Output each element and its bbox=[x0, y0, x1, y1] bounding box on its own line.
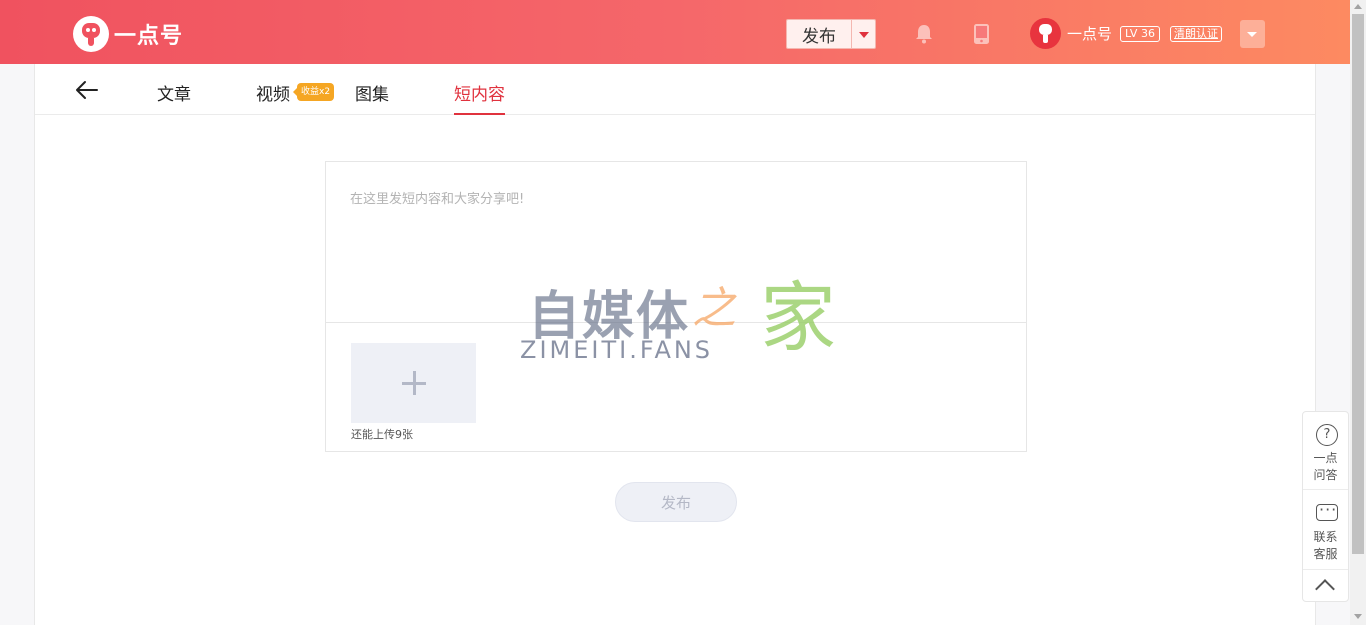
scroll-thumb[interactable] bbox=[1352, 14, 1364, 554]
side-float-bar: ? 一点 问答 联系 客服 bbox=[1302, 411, 1349, 602]
scroll-up-icon[interactable] bbox=[1354, 4, 1362, 9]
logo-text: 一点号 bbox=[114, 24, 184, 49]
robot-logo-icon bbox=[73, 16, 109, 52]
cert-badge[interactable]: 清朗认证 bbox=[1169, 25, 1222, 42]
service-line1: 联系 bbox=[1313, 530, 1338, 544]
scrollbar[interactable] bbox=[1350, 0, 1366, 625]
divider bbox=[1303, 489, 1348, 490]
bell-icon[interactable] bbox=[915, 24, 933, 44]
chevron-up-icon[interactable] bbox=[1315, 579, 1335, 599]
upload-image-button[interactable] bbox=[351, 343, 476, 423]
qa-link[interactable]: 一点 问答 bbox=[1303, 450, 1348, 484]
content-input[interactable] bbox=[326, 162, 1026, 323]
tab-gallery[interactable]: 图集 bbox=[355, 80, 389, 115]
user-name[interactable]: 一点号 bbox=[1067, 23, 1112, 44]
submit-button[interactable]: 发布 bbox=[615, 482, 737, 522]
editor: 还能上传9张 bbox=[325, 161, 1027, 452]
publish-button-group: 发布 bbox=[786, 19, 876, 49]
chat-icon[interactable] bbox=[1316, 500, 1338, 521]
avatar[interactable] bbox=[1030, 18, 1061, 49]
logo[interactable]: 一点号 bbox=[73, 16, 183, 52]
tab-bar: 文章 视频 收益x2 图集 短内容 bbox=[35, 64, 1315, 115]
upload-hint: 还能上传9张 bbox=[351, 428, 413, 441]
user-dropdown-icon[interactable] bbox=[1240, 20, 1265, 48]
publish-button[interactable]: 发布 bbox=[786, 19, 851, 49]
scroll-down-icon[interactable] bbox=[1354, 614, 1362, 619]
service-line2: 客服 bbox=[1313, 547, 1338, 561]
qa-line1: 一点 bbox=[1313, 451, 1338, 465]
main-card: 文章 视频 收益x2 图集 短内容 还能上传9张 发布 bbox=[34, 64, 1316, 625]
tab-short-content[interactable]: 短内容 bbox=[454, 80, 505, 115]
service-link[interactable]: 联系 客服 bbox=[1303, 529, 1348, 563]
arrow-left-icon[interactable] bbox=[75, 80, 99, 100]
mobile-icon[interactable] bbox=[973, 23, 990, 45]
revenue-tag: 收益x2 bbox=[292, 83, 335, 101]
tab-article[interactable]: 文章 bbox=[157, 80, 191, 115]
question-icon[interactable]: ? bbox=[1316, 424, 1338, 446]
user-info[interactable]: 一点号 LV 36 清朗认证 bbox=[1030, 18, 1222, 49]
divider bbox=[1303, 569, 1348, 570]
tab-video[interactable]: 视频 bbox=[256, 80, 290, 115]
qa-line2: 问答 bbox=[1313, 468, 1338, 482]
top-header: 一点号 发布 一点号 LV 36 清朗认证 bbox=[0, 0, 1350, 64]
publish-dropdown-icon[interactable] bbox=[851, 19, 876, 49]
level-badge: LV 36 bbox=[1120, 25, 1160, 42]
